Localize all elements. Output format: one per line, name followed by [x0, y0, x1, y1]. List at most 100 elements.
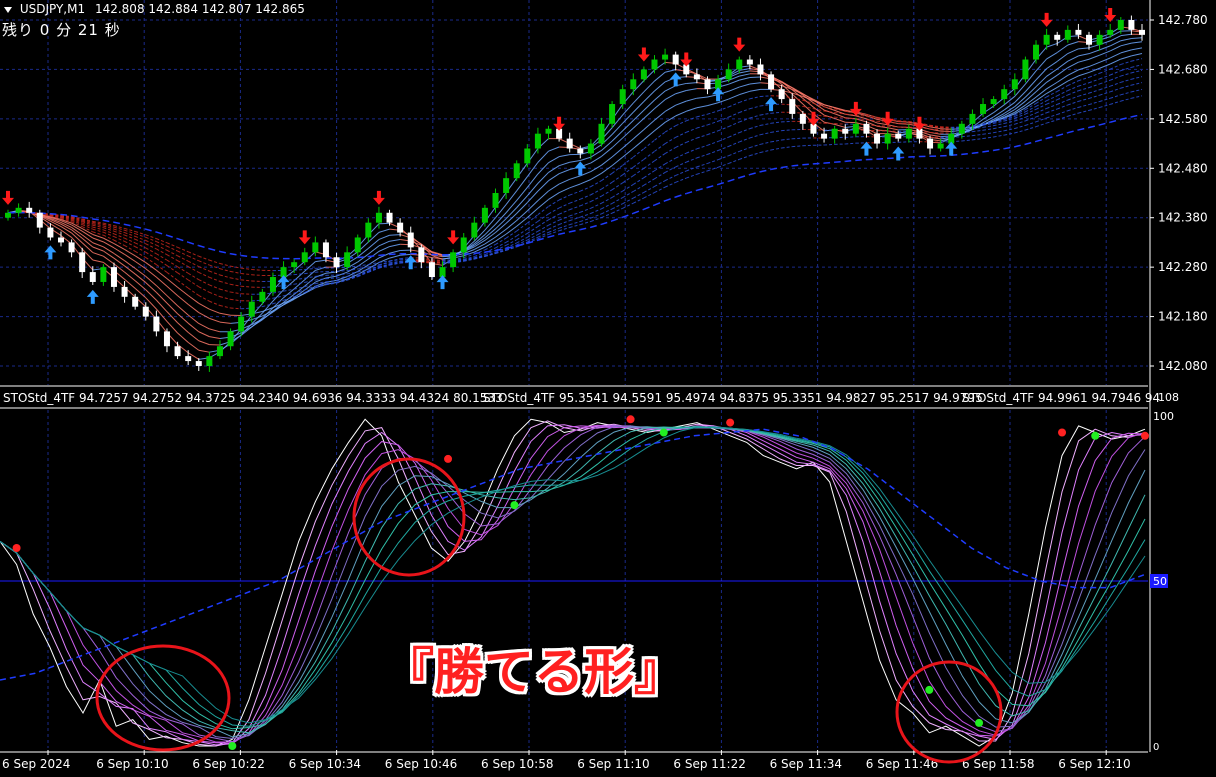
ma-ribbon-line — [230, 277, 242, 281]
ma-slow-line — [378, 253, 390, 257]
ma-ribbon-line — [230, 298, 242, 302]
ma-ribbon-line — [654, 153, 666, 162]
ma-ribbon-line — [590, 208, 602, 214]
ma-ribbon-line — [1099, 74, 1111, 80]
ma-slow-line — [198, 244, 210, 250]
ma-ribbon-line — [1120, 38, 1132, 42]
ma-ribbon-line — [664, 85, 676, 92]
ma-ribbon-line — [601, 181, 613, 190]
ma-ribbon-line — [1131, 37, 1143, 40]
time-tick-label: 6 Sep 11:22 — [673, 757, 745, 771]
ma-ribbon-line — [707, 130, 719, 136]
ma-ribbon-line — [187, 341, 200, 351]
ma-ribbon-line — [1014, 124, 1026, 129]
dropdown-triangle-icon[interactable] — [4, 6, 12, 13]
ma-slow-line — [633, 208, 645, 215]
ma-ribbon-line — [601, 212, 613, 219]
candle-body — [386, 212, 393, 223]
ma-ribbon-line — [378, 246, 390, 252]
ma-slow-line — [60, 213, 72, 217]
ma-ribbon-line — [590, 195, 602, 202]
ma-ribbon-line — [1035, 112, 1047, 118]
ma-ribbon-line — [654, 186, 666, 193]
ma-ribbon-line — [728, 158, 740, 164]
candle-body — [757, 64, 764, 75]
ma-ribbon-line — [1056, 53, 1069, 62]
ma-ribbon-line — [654, 171, 666, 180]
candle-body — [407, 232, 414, 248]
candle-body — [79, 252, 86, 273]
ma-slow-line — [389, 253, 401, 256]
ma-ribbon-line — [643, 80, 655, 93]
candle-body — [301, 252, 308, 263]
ma-ribbon-line — [1110, 63, 1122, 70]
sell-arrow-icon — [2, 190, 14, 205]
ma-ribbon-line — [1046, 60, 1058, 70]
ma-ribbon-line — [1109, 52, 1122, 59]
candle-body — [322, 242, 329, 258]
ma-ribbon-line — [1109, 35, 1122, 42]
ma-ribbon-line — [558, 220, 570, 225]
ma-ribbon-line — [177, 255, 189, 262]
ma-ribbon-line — [495, 212, 507, 225]
winning-pattern-banner: 『勝てる形』 — [384, 643, 684, 701]
ma-ribbon-line — [686, 137, 698, 143]
ma-ribbon-line — [1131, 53, 1143, 57]
candle-body — [1001, 89, 1008, 100]
ma-ribbon-line — [198, 302, 210, 310]
ma-ribbon-line — [1078, 58, 1090, 63]
ma-ribbon-line — [611, 174, 623, 183]
ma-ribbon-line — [664, 136, 676, 145]
ma-ribbon-line — [696, 113, 708, 118]
ma-ribbon-line — [569, 205, 581, 211]
ma-ribbon-line — [1067, 55, 1079, 62]
ma-ribbon-line — [1056, 74, 1069, 83]
ma-ribbon-line — [177, 286, 189, 296]
ma-ribbon-line — [633, 177, 645, 185]
ma-ribbon-line — [601, 202, 613, 210]
ma-ribbon-line — [707, 140, 719, 146]
ma-ribbon-line — [198, 340, 210, 346]
candle-body — [927, 138, 934, 149]
ma-ribbon-line — [230, 283, 242, 287]
price-tick-label: 142.080 — [1158, 359, 1208, 373]
candle-body — [630, 79, 637, 90]
ma-ribbon-line — [198, 271, 210, 278]
ma-ribbon-line — [1099, 85, 1111, 91]
ma-ribbon-line — [1046, 114, 1058, 119]
ma-slow-line — [1014, 143, 1026, 148]
ma-ribbon-line — [1078, 47, 1090, 50]
ma-ribbon-line — [643, 150, 655, 160]
ma-ribbon-line — [1057, 99, 1069, 105]
ma-ribbon-line — [887, 127, 899, 131]
ma-ribbon-line — [930, 131, 941, 134]
ma-ribbon-line — [1088, 54, 1100, 60]
ma-ribbon-line — [749, 134, 761, 139]
ma-ribbon-line — [982, 128, 994, 131]
ma-ribbon-line — [389, 234, 401, 236]
ma-ribbon-line — [972, 129, 984, 133]
ma-ribbon-line — [187, 303, 200, 313]
ma-ribbon-line — [1088, 94, 1100, 99]
ma-slow-line — [802, 163, 814, 166]
ma-ribbon-line — [675, 110, 687, 117]
ma-ribbon-line — [166, 259, 178, 268]
ma-ribbon-line — [548, 213, 560, 221]
ma-ribbon-line — [739, 73, 750, 77]
ma-ribbon-line — [622, 197, 634, 205]
ma-slow-line — [707, 183, 719, 189]
ma-ribbon-line — [1046, 52, 1058, 60]
candle-body — [206, 356, 213, 366]
ma-ribbon-line — [389, 259, 401, 262]
candle-body — [534, 133, 541, 149]
ma-ribbon-line — [643, 170, 655, 179]
ma-ribbon-line — [1067, 75, 1079, 82]
price-tick-label: 142.280 — [1158, 260, 1208, 274]
ma-ribbon-line — [654, 71, 666, 82]
ma-slow-line — [1025, 140, 1037, 145]
candle-body — [545, 128, 552, 134]
ma-slow-line — [686, 189, 698, 195]
candle-body — [662, 54, 669, 60]
ma-ribbon-line — [728, 141, 740, 147]
ma-ribbon-line — [209, 270, 221, 276]
